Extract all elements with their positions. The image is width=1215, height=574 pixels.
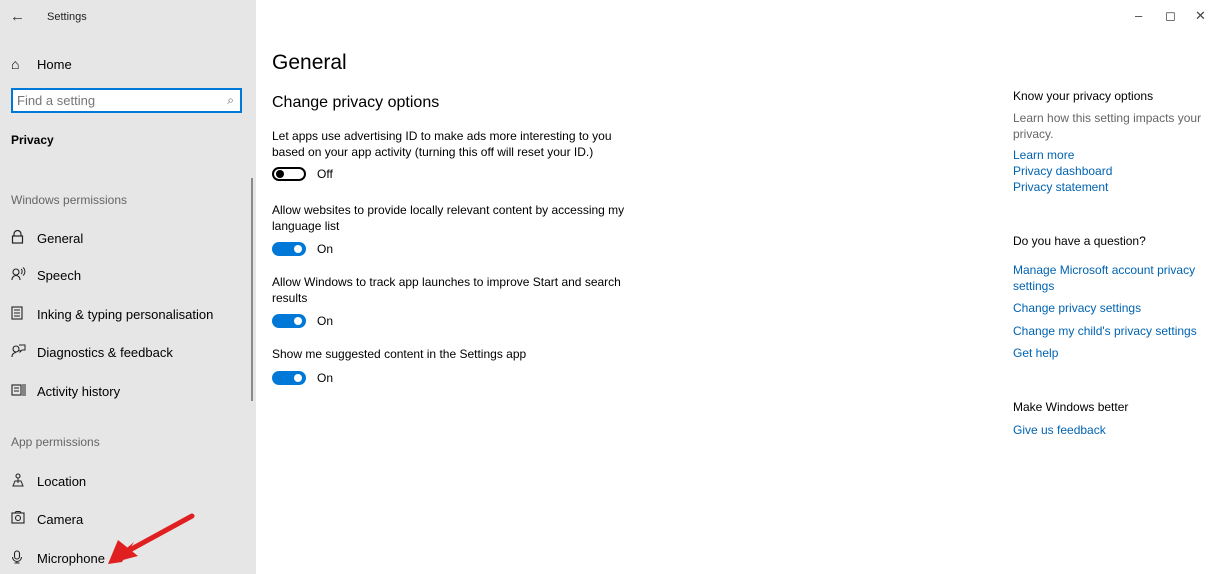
option-description: Allow Windows to track app launches to i… (272, 275, 621, 305)
sidebar-item-label: General (37, 231, 84, 246)
toggle-knob (294, 317, 302, 325)
sidebar: ← Settings ⌂ Home ⌕ Privacy Windows perm… (0, 0, 256, 574)
option-description: Show me suggested content in the Setting… (272, 347, 527, 361)
toggle-state-label: On (317, 242, 334, 256)
get-help-link[interactable]: Get help (1013, 345, 1208, 361)
sidebar-item-label: Location (37, 474, 87, 489)
learn-more-link[interactable]: Learn more (1013, 147, 1208, 163)
sidebar-item-speech[interactable]: Speech (11, 267, 81, 284)
microphone-icon (11, 550, 37, 567)
sidebar-item-label: Inking & typing personalisation (37, 307, 214, 322)
sidebar-item-activity-history[interactable]: Activity history (11, 383, 120, 400)
option-toggle-row: On (272, 242, 333, 256)
give-feedback-link[interactable]: Give us feedback (1013, 422, 1208, 438)
toggle-knob (294, 374, 302, 382)
know-privacy-heading: Know your privacy options (1013, 89, 1154, 103)
sidebar-scrollbar[interactable] (251, 178, 253, 401)
home-icon: ⌂ (11, 56, 20, 72)
activity-icon (11, 383, 37, 400)
lock-icon (11, 229, 37, 247)
group-label-app-permissions: App permissions (11, 435, 100, 449)
privacy-statement-link[interactable]: Privacy statement (1013, 179, 1208, 195)
make-windows-better-heading: Make Windows better (1013, 400, 1129, 414)
location-icon (11, 473, 37, 490)
option-description: Allow websites to provide locally releva… (272, 203, 625, 233)
sidebar-item-location[interactable]: Location (11, 473, 86, 490)
search-input[interactable] (13, 93, 221, 108)
sidebar-item-label: Camera (37, 511, 84, 527)
camera-icon (11, 511, 37, 527)
track-app-launches-toggle[interactable] (272, 314, 306, 328)
annotation-arrow (108, 513, 195, 564)
search-icon[interactable]: ⌕ (227, 93, 234, 108)
sidebar-item-label: Activity history (37, 384, 121, 399)
sidebar-item-microphone[interactable]: Microphone (11, 550, 105, 567)
inking-icon (11, 306, 37, 323)
sidebar-item-diagnostics-feedback[interactable]: Diagnostics & feedback (11, 344, 173, 361)
speech-icon (11, 267, 37, 284)
option-toggle-row: On (272, 314, 333, 328)
page-title: General (272, 51, 347, 74)
nav-home[interactable]: ⌂ Home (11, 56, 72, 72)
section-title: Privacy (11, 133, 54, 147)
title-bar: ← Settings (0, 0, 256, 36)
close-icon[interactable]: ✕ (1195, 8, 1206, 24)
group-label-windows-permissions: Windows permissions (11, 193, 128, 207)
maximize-icon[interactable]: ◻ (1165, 8, 1176, 24)
change-privacy-settings-link[interactable]: Change privacy settings (1013, 300, 1208, 316)
option-toggle-row: Off (272, 167, 333, 181)
child-privacy-settings-link[interactable]: Change my child's privacy settings (1013, 323, 1208, 339)
back-arrow-icon[interactable]: ← (10, 8, 25, 25)
nav-home-label: Home (37, 56, 72, 72)
search-box[interactable]: ⌕ (11, 88, 242, 113)
sidebar-item-label: Microphone (37, 551, 105, 566)
language-list-toggle[interactable] (272, 242, 306, 256)
manage-account-privacy-link[interactable]: Manage Microsoft account privacy setting… (1013, 262, 1208, 294)
feedback-icon (11, 344, 37, 361)
suggested-content-toggle[interactable] (272, 371, 306, 385)
toggle-state-label: Off (317, 167, 333, 181)
toggle-state-label: On (317, 314, 334, 328)
know-privacy-text: Learn how this setting impacts your priv… (1013, 111, 1202, 141)
section-subtitle: Change privacy options (272, 94, 440, 111)
sidebar-item-inking-typing[interactable]: Inking & typing personalisation (11, 306, 213, 323)
advertising-id-toggle[interactable] (272, 167, 306, 181)
window-title: Settings (47, 11, 87, 23)
question-heading: Do you have a question? (1013, 234, 1146, 248)
toggle-knob (294, 245, 302, 253)
option-toggle-row: On (272, 371, 333, 385)
sidebar-item-label: Diagnostics & feedback (37, 345, 173, 360)
sidebar-item-camera[interactable]: Camera (11, 511, 83, 527)
minimize-icon[interactable]: – (1135, 8, 1142, 23)
toggle-state-label: On (317, 371, 334, 385)
option-description: Let apps use advertising ID to make ads … (272, 129, 612, 159)
sidebar-item-general[interactable]: General (11, 229, 84, 247)
sidebar-item-label: Speech (37, 268, 82, 283)
toggle-knob (276, 170, 284, 178)
privacy-dashboard-link[interactable]: Privacy dashboard (1013, 163, 1208, 179)
